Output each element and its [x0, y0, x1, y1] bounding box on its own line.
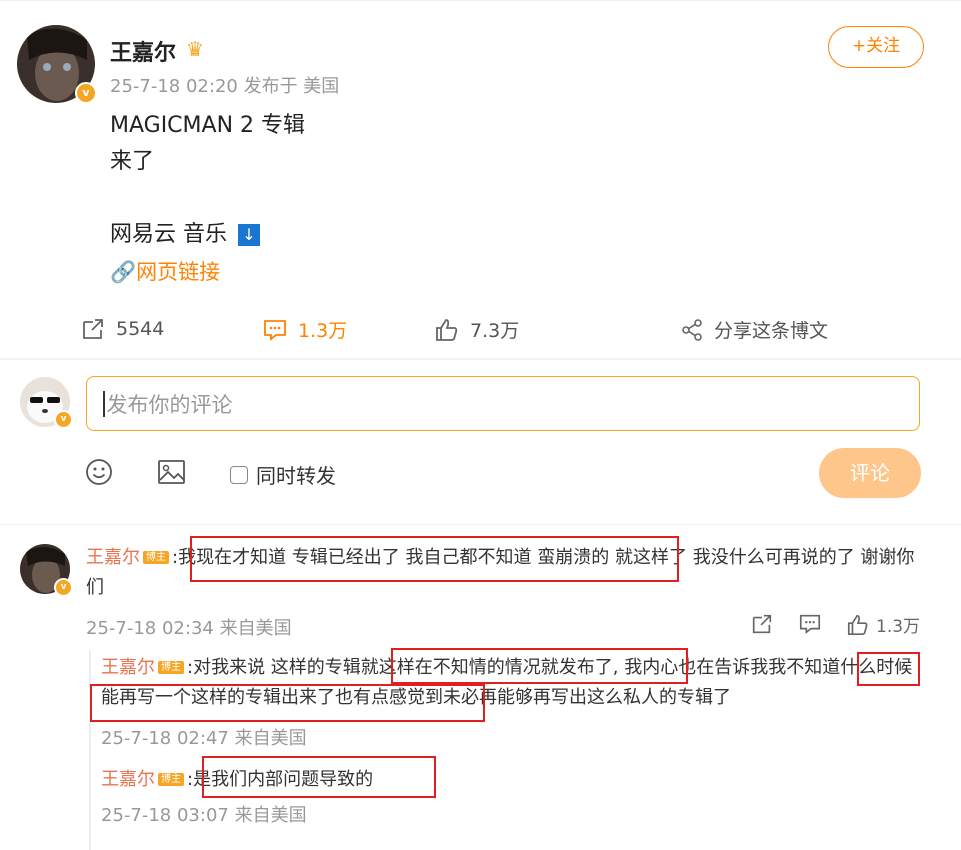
share-button[interactable]: 分享这条博文 [680, 316, 828, 343]
comment-input[interactable]: 发布你的评论 [86, 376, 920, 431]
like-count: 7.3万 [470, 320, 520, 342]
down-arrow-icon: ↓ [238, 224, 260, 246]
crown-badge-icon: ♛ [186, 37, 204, 61]
post-line-2: 来了 [110, 149, 155, 174]
reply-1: 王嘉尔 博主:对我来说 这样的专辑就这样在不知情的情况就发布了, 我内心也在告诉我… [101, 653, 923, 713]
follow-button[interactable]: +关注 [828, 26, 924, 68]
comment-body: 王嘉尔 博主:我现在才知道 专辑已经出了 我自己都不知道 蛮崩溃的 就这样了 我没… [86, 543, 926, 603]
submit-comment-button[interactable]: 评论 [819, 448, 921, 498]
comment-count: 1.3万 [298, 320, 348, 342]
reply-2: 王嘉尔 博主:是我们内部问题导致的 [101, 765, 373, 795]
reply-2-meta: 25-7-18 03:07 来自美国 [101, 805, 307, 826]
top-divider [0, 0, 961, 1]
emoji-icon[interactable] [85, 458, 113, 490]
comment-button[interactable]: 1.3万 [262, 316, 347, 343]
share-icon [682, 318, 702, 341]
repost-count: 5544 [116, 318, 165, 340]
reply-2-tag: 博主 [158, 773, 184, 786]
text-caret [103, 390, 105, 417]
comment-like-count: 1.3万 [876, 617, 921, 637]
web-link[interactable]: 🔗网页链接 [110, 256, 220, 286]
image-icon[interactable] [157, 458, 186, 490]
reply-1-author[interactable]: 王嘉尔 [101, 657, 155, 678]
comment-input-placeholder: 发布你的评论 [106, 392, 233, 417]
repost-icon [83, 319, 103, 339]
share-label: 分享这条博文 [714, 320, 829, 342]
repost-checkbox-label: 同时转发 [256, 464, 336, 488]
link-icon: 🔗 [110, 260, 137, 284]
checkbox-box[interactable] [230, 465, 248, 484]
comment-verified-icon: v [54, 578, 73, 597]
comment-repost-icon[interactable] [750, 612, 774, 640]
comment-text-highlight: 我现在才知道 专辑已经出了 我自己都不知道 蛮崩溃的 [178, 547, 610, 568]
author-tag: 博主 [143, 551, 169, 564]
reply-1-meta: 25-7-18 02:47 来自美国 [101, 728, 307, 749]
reply-1-text: :对我来说 这样的专辑就这样在不知情的情况就发布了, 我内心也在告诉我我不知道什… [101, 657, 913, 708]
comment-meta: 25-7-18 02:34 来自美国 [86, 618, 292, 639]
reply-2-text: :是我们内部问题导致的 [187, 769, 374, 790]
reply-2-author[interactable]: 王嘉尔 [101, 769, 155, 790]
comment-thumbs-up-icon [847, 614, 868, 635]
comment-reply-icon[interactable] [798, 612, 822, 640]
post-line-1: MAGICMAN 2 专辑 [110, 113, 306, 138]
comment-icon [264, 319, 286, 341]
reply-rail [89, 650, 91, 850]
comment-like-button[interactable]: 1.3万 [846, 612, 920, 637]
like-button[interactable]: 7.3万 [434, 316, 519, 343]
reply-1-tag: 博主 [158, 661, 184, 674]
comment-author-name[interactable]: 王嘉尔 [86, 547, 140, 568]
thumbs-up-icon [436, 318, 458, 341]
section-divider-2 [0, 524, 961, 525]
post-line-3: 网易云 音乐 ↓ [110, 217, 260, 253]
repost-button[interactable]: 5544 [80, 316, 164, 342]
post-author-name[interactable]: 王嘉尔 [110, 35, 176, 67]
web-link-label: 网页链接 [136, 260, 221, 284]
post-line-3-text: 网易云 音乐 [110, 222, 227, 247]
post-meta: 25-7-18 02:20 发布于 美国 [110, 76, 340, 97]
user-verified-icon: v [54, 410, 73, 429]
repost-checkbox[interactable]: 同时转发 [230, 460, 336, 489]
verified-icon: v [75, 82, 97, 104]
section-divider [0, 358, 961, 360]
